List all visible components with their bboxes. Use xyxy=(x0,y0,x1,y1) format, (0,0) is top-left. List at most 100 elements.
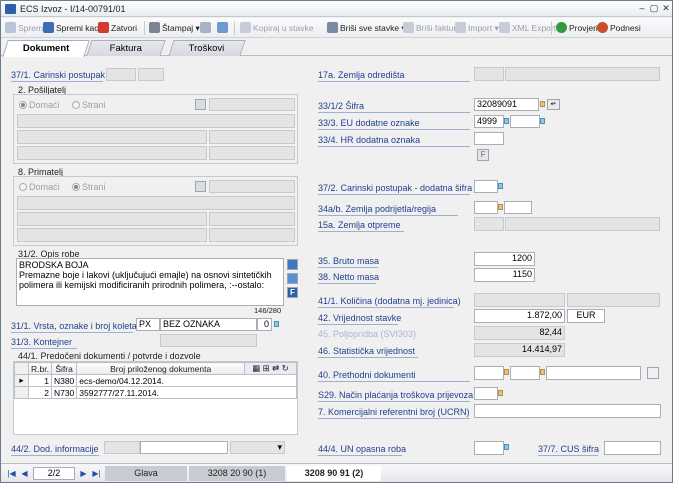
grid-header-broj[interactable]: Broj priloženog dokumenta xyxy=(76,362,245,375)
koleta-oznake-field[interactable]: BEZ OZNAKA xyxy=(160,318,257,331)
prethodni-dok-field2[interactable] xyxy=(510,366,540,380)
maximize-icon[interactable]: ▢ xyxy=(649,4,659,13)
kontejner-field[interactable] xyxy=(160,334,257,347)
carinski-postupak-field1[interactable] xyxy=(106,68,136,81)
predoceni-dokumenti-label: 44/1. Predočeni dokumenti / potvrde i do… xyxy=(18,351,201,361)
zemlja-odredista-name[interactable] xyxy=(505,67,660,81)
zemlja-odredista-code[interactable] xyxy=(474,67,504,81)
export-button[interactable] xyxy=(217,21,230,35)
podnesi-button[interactable]: Podnesi xyxy=(597,21,641,35)
koleta-vrsta-field[interactable]: PX xyxy=(136,318,160,331)
copy-text-icon[interactable] xyxy=(287,273,298,284)
zatvori-button[interactable]: Zatvori xyxy=(98,21,137,35)
grid-header-sifra[interactable]: Šifra xyxy=(50,362,78,375)
tab-troskovi[interactable]: Troškovi xyxy=(168,40,246,56)
prethodni-dok-field1[interactable] xyxy=(474,366,504,380)
stampaj-button[interactable]: Štampaj ▾ xyxy=(149,21,200,35)
kolicina-unit-field[interactable] xyxy=(567,293,660,307)
table-row[interactable]: ▸ 1 N380 ecs-demo/04.12.2014. xyxy=(14,374,297,387)
posiljatelj-domaci-radio[interactable]: Domaći xyxy=(19,100,60,110)
nacin-placanja-field[interactable] xyxy=(474,387,498,400)
ucrn-field[interactable] xyxy=(474,404,661,418)
next-page-icon[interactable]: ▶ xyxy=(78,468,89,479)
close-icon[interactable]: ✕ xyxy=(661,4,671,13)
primatelj-address-field[interactable] xyxy=(17,212,207,226)
eu-oznake-field2[interactable] xyxy=(510,115,540,128)
xml-icon xyxy=(499,22,510,33)
koleta-label: 31/1. Vrsta, oznake i broj koleta xyxy=(11,321,137,331)
zemlja-otpreme-name[interactable] xyxy=(505,217,660,231)
bruto-masa-field[interactable]: 1200 xyxy=(474,252,535,266)
format-icon[interactable]: F xyxy=(287,287,298,298)
eu-marker-icon xyxy=(504,118,509,124)
kolicina-label: 41/1. Količina (dodatna mj. jedinica) xyxy=(318,296,461,306)
grid-tools[interactable]: ▦ ⊞ ⇄ ↻ xyxy=(244,362,297,375)
sifra-field[interactable]: 32089091 xyxy=(474,98,539,111)
primatelj-domaci-radio[interactable]: Domaći xyxy=(19,182,60,192)
spremi-kao-button[interactable]: Spremi kao xyxy=(43,21,99,35)
preview-button[interactable] xyxy=(200,21,213,35)
posiljatelj-address-field[interactable] xyxy=(17,130,207,144)
primatelj-country-field[interactable] xyxy=(209,228,295,242)
minimize-icon[interactable]: – xyxy=(637,4,647,13)
dod-info-text-field[interactable] xyxy=(140,441,228,454)
primatelj-name-field[interactable] xyxy=(17,196,295,210)
kopiraj-button[interactable]: Kopiraj u stavke xyxy=(240,21,313,35)
primatelj-code-field[interactable] xyxy=(209,180,295,193)
primatelj-lookup-icon[interactable] xyxy=(195,181,206,192)
tab-dokument[interactable]: Dokument xyxy=(2,40,90,57)
hr-oznaka-field[interactable] xyxy=(474,132,504,145)
spremi-button[interactable]: Spremi xyxy=(5,21,45,35)
primatelj-strani-radio[interactable]: Strani xyxy=(72,182,106,192)
neto-masa-field[interactable]: 1150 xyxy=(474,268,535,282)
prethodni-dok-field3[interactable] xyxy=(546,366,641,380)
posiljatelj-strani-radio[interactable]: Strani xyxy=(72,100,106,110)
grid-header-rbr[interactable]: R.br. xyxy=(28,362,52,375)
refresh-text-icon[interactable] xyxy=(287,259,298,270)
posiljatelj-lookup-icon[interactable] xyxy=(195,99,206,110)
primatelj-city-field[interactable] xyxy=(17,228,207,242)
sifra-lookup-icon[interactable]: ↵ xyxy=(547,99,560,110)
status-tab-item1[interactable]: 3208 20 90 (1) xyxy=(189,466,285,481)
posiljatelj-city-field[interactable] xyxy=(17,146,207,160)
valuta-field[interactable]: EUR xyxy=(567,309,605,323)
zemlja-podrijetla-marker-icon xyxy=(498,204,503,210)
f-button[interactable]: F xyxy=(477,149,489,161)
status-tab-item2[interactable]: 3208 90 91 (2) xyxy=(287,466,381,481)
table-row[interactable]: 2 N730 3592777/27.11.2014. xyxy=(14,386,297,399)
zemlja-otpreme-code[interactable] xyxy=(474,217,504,231)
provjeri-button[interactable]: Provjeri xyxy=(556,21,598,35)
import-button[interactable]: Import ▾ xyxy=(455,21,499,35)
status-tab-glava[interactable]: Glava xyxy=(105,466,187,481)
posiljatelj-code-field[interactable] xyxy=(209,98,295,111)
zemlja-podrijetla-regija[interactable] xyxy=(504,201,532,214)
tab-faktura[interactable]: Faktura xyxy=(86,40,166,56)
first-page-icon[interactable]: |◀ xyxy=(6,468,17,479)
kolicina-field[interactable] xyxy=(474,293,565,307)
statisticka-vrijednost-label: 46. Statistička vrijednost xyxy=(318,346,416,356)
posiljatelj-address2-field[interactable] xyxy=(209,130,295,144)
dod-info-dropdown[interactable]: ▾ xyxy=(230,441,285,454)
eu-oznake-field1[interactable]: 4999 xyxy=(474,115,504,128)
prev-page-icon[interactable]: ◀ xyxy=(19,468,30,479)
posiljatelj-country-field[interactable] xyxy=(209,146,295,160)
brisi-sve-button[interactable]: Briši sve stavke ▾ xyxy=(327,21,406,35)
carinski-postupak-field2[interactable] xyxy=(138,68,164,81)
koleta-broj-field[interactable]: 0 xyxy=(257,318,272,331)
zemlja-podrijetla-code[interactable] xyxy=(474,201,498,214)
grid-view-icon[interactable] xyxy=(647,367,659,379)
un-opasna-roba-field[interactable] xyxy=(474,441,504,455)
xml-export-button[interactable]: XML Export xyxy=(499,21,556,35)
last-page-icon[interactable]: ▶| xyxy=(91,468,102,479)
export-icon xyxy=(217,22,228,33)
opis-robe-textarea[interactable]: BRODSKA BOJA Premazne boje i lakovi (ukl… xyxy=(16,258,284,306)
dodatna-marker-icon xyxy=(498,183,503,189)
status-bar: |◀ ◀ 2/2 ▶ ▶| Glava 3208 20 90 (1) 3208 … xyxy=(1,463,672,482)
dod-info-code-field[interactable] xyxy=(104,441,140,454)
brisi-fakturu-button[interactable]: Briši fakturu xyxy=(403,21,461,35)
posiljatelj-name-field[interactable] xyxy=(17,114,295,128)
dodatna-sifra-field[interactable] xyxy=(474,180,498,193)
primatelj-address2-field[interactable] xyxy=(209,212,295,226)
vrijednost-field[interactable]: 1.872,00 xyxy=(474,309,565,323)
cus-sifra-field[interactable] xyxy=(604,441,661,455)
